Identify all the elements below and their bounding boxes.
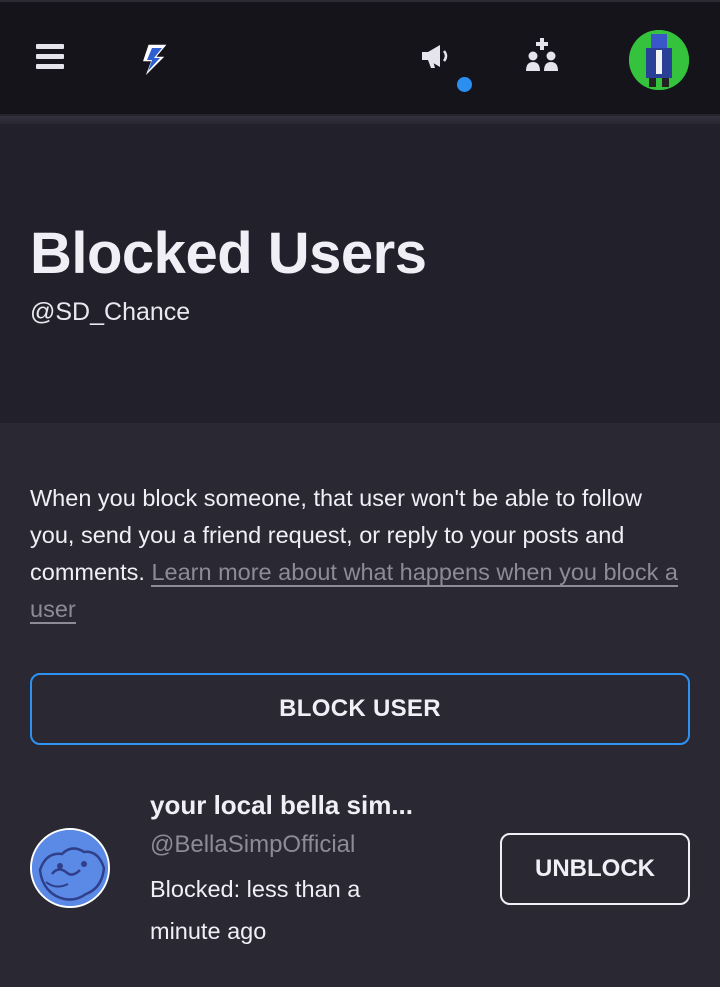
block-user-button[interactable]: BLOCK USER	[30, 673, 690, 745]
block-description: When you block someone, that user won't …	[30, 480, 680, 628]
add-friend-icon[interactable]	[518, 36, 566, 76]
lightning-bolt-logo-icon[interactable]	[130, 38, 178, 82]
profile-avatar[interactable]	[629, 30, 689, 90]
blocked-user-handle: @BellaSimpOfficial	[150, 831, 356, 858]
current-user-handle: @SD_Chance	[30, 298, 191, 326]
blocked-user-avatar[interactable]	[30, 828, 110, 908]
notification-dot	[457, 77, 472, 92]
page-title: Blocked Users	[30, 221, 427, 286]
unblock-button[interactable]: UNBLOCK	[500, 833, 690, 905]
top-navigation-bar	[0, 0, 720, 126]
hamburger-menu-icon[interactable]	[30, 38, 70, 74]
blocked-time: Blocked: less than a minute ago	[150, 876, 361, 944]
blocked-user-name[interactable]: your local bella sim...	[150, 790, 413, 821]
megaphone-icon[interactable]	[412, 36, 460, 76]
